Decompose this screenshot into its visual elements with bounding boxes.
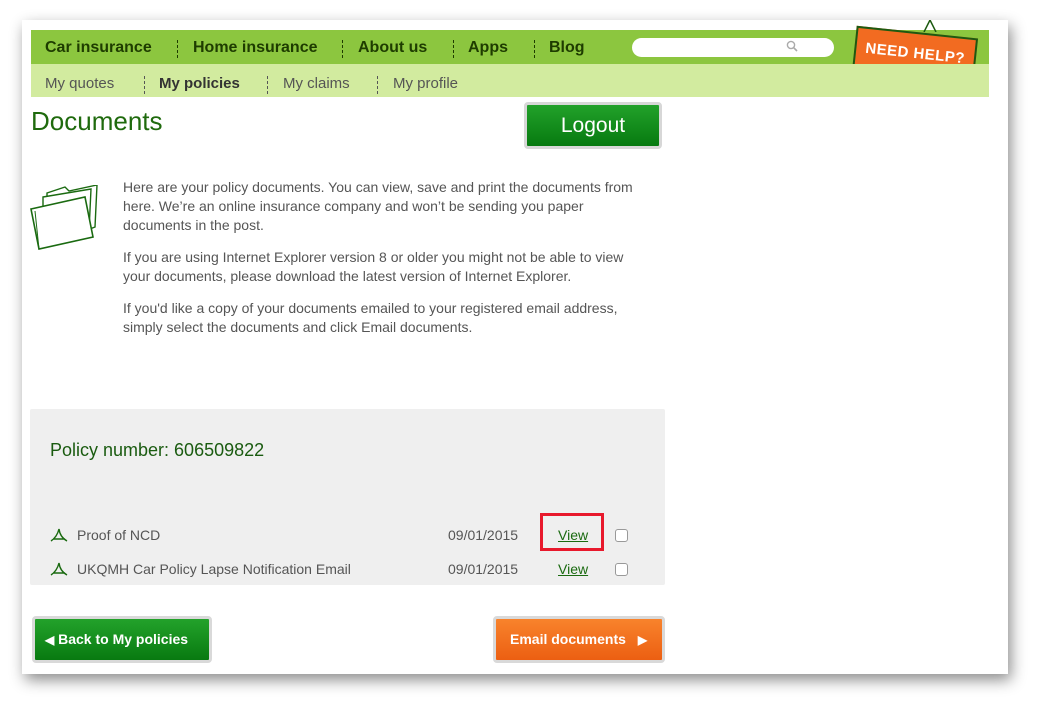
sign-string-icon [923,20,937,32]
main-navigation: Car insurance Home insurance About us Ap… [31,30,989,64]
view-document-link[interactable]: View [558,561,588,577]
page-title: Documents [31,106,163,136]
subnav-my-policies[interactable]: My policies [159,64,240,97]
nav-divider [453,40,454,58]
triangle-left-icon: ◀ [45,633,55,647]
browser-page: Car insurance Home insurance About us Ap… [22,20,1008,674]
view-document-link[interactable]: View [558,527,588,543]
document-name: Proof of NCD [77,527,161,543]
policy-documents-panel: Policy number: 606509822 Proof of NCD 09… [30,409,665,585]
nav-car-insurance[interactable]: Car insurance [45,30,152,64]
policy-number: Policy number: 606509822 [50,440,265,460]
document-name: UKQMH Car Policy Lapse Notification Emai… [77,561,351,577]
nav-divider [342,40,343,58]
document-checkbox[interactable] [615,563,628,576]
search-icon[interactable] [786,40,798,52]
intro-paragraph: If you are using Internet Explorer versi… [123,249,624,284]
pdf-icon [50,562,68,576]
nav-divider [534,40,535,58]
logout-button[interactable]: Logout [524,102,662,149]
subnav-divider [267,76,268,94]
document-checkbox[interactable] [615,529,628,542]
document-date: 09/01/2015 [448,561,519,577]
document-date: 09/01/2015 [448,527,519,543]
document-row: UKQMH Car Policy Lapse Notification Emai… [30,559,665,581]
nav-about-us[interactable]: About us [358,30,427,64]
email-documents-button[interactable]: Email documents ▶ [493,616,665,663]
subnav-divider [377,76,378,94]
nav-blog[interactable]: Blog [549,30,585,64]
account-navigation: My quotes My policies My claims My profi… [31,64,989,97]
folder-icon [30,185,98,250]
email-button-label: Email documents [510,631,626,647]
triangle-right-icon: ▶ [637,633,648,647]
intro-paragraph: If you'd like a copy of your documents e… [123,300,618,335]
back-to-policies-button[interactable]: ◀ Back to My policies [32,616,212,663]
subnav-my-quotes[interactable]: My quotes [45,64,114,97]
subnav-my-profile[interactable]: My profile [393,64,458,97]
intro-paragraph: Here are your policy documents. You can … [123,179,633,233]
subnav-my-claims[interactable]: My claims [283,64,350,97]
nav-home-insurance[interactable]: Home insurance [193,30,317,64]
intro-text: Here are your policy documents. You can … [123,178,653,350]
back-button-label: Back to My policies [58,631,189,647]
document-row: Proof of NCD 09/01/2015 View [30,513,665,551]
search-input[interactable] [632,38,834,57]
subnav-divider [144,76,145,94]
pdf-icon [50,528,68,542]
nav-apps[interactable]: Apps [468,30,508,64]
nav-divider [177,40,178,58]
